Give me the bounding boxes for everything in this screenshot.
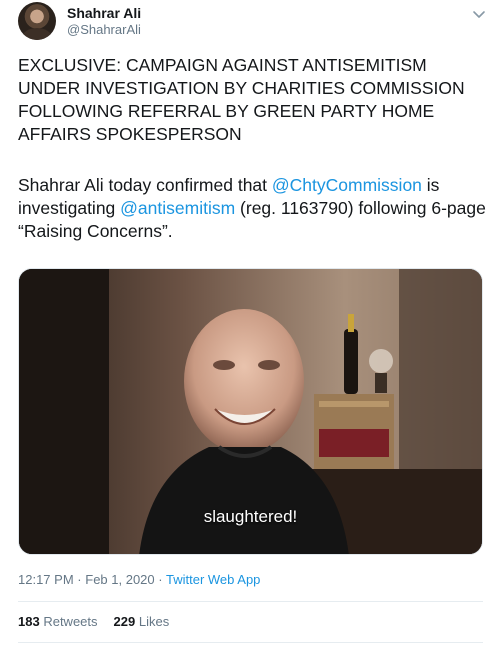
tweet-headline: EXCLUSIVE: CAMPAIGN AGAINST ANTISEMITISM… [18,55,465,144]
video-subtitle: slaughtered! [203,507,298,526]
author-handle[interactable]: @ShahrarAli [67,22,141,37]
mention-link-chtycommission[interactable]: @ChtyCommission [272,175,422,195]
avatar-shoulders [22,28,52,40]
tweet-card: Shahrar Ali @ShahrarAli EXCLUSIVE: CAMPA… [0,0,500,646]
tweet-source-app[interactable]: Twitter Web App [166,572,260,587]
likes-label: Likes [138,614,170,629]
likes-count: 229 [113,614,136,629]
likes-stat[interactable]: 229 Likes [114,614,170,629]
retweets-stat[interactable]: 183 Retweets [18,614,98,629]
tweet-timestamp: 12:17 PM · Feb 1, 2020 · Twitter Web App [18,572,260,587]
retweets-count: 183 [18,614,40,629]
mention-link-antisemitism[interactable]: @antisemitism [120,198,235,218]
tweet-body-text-1: Shahrar Ali today confirmed that [18,175,272,195]
engagement-stats: 183 Retweets 229 Likes [18,614,169,629]
meta-separator: · [158,572,163,587]
avatar[interactable] [18,2,56,40]
divider [18,601,483,602]
retweets-label: Retweets [43,614,98,629]
tweet-body: Shahrar Ali today confirmed that @ChtyCo… [18,174,488,243]
author-display-name[interactable]: Shahrar Ali [67,5,141,21]
tweet-time[interactable]: 12:17 PM [18,572,74,587]
divider [18,642,483,643]
tweet-date[interactable]: Feb 1, 2020 [85,572,154,587]
chevron-down-icon[interactable] [471,6,487,22]
video-media[interactable]: slaughtered! [18,268,483,555]
meta-separator: · [77,572,82,587]
